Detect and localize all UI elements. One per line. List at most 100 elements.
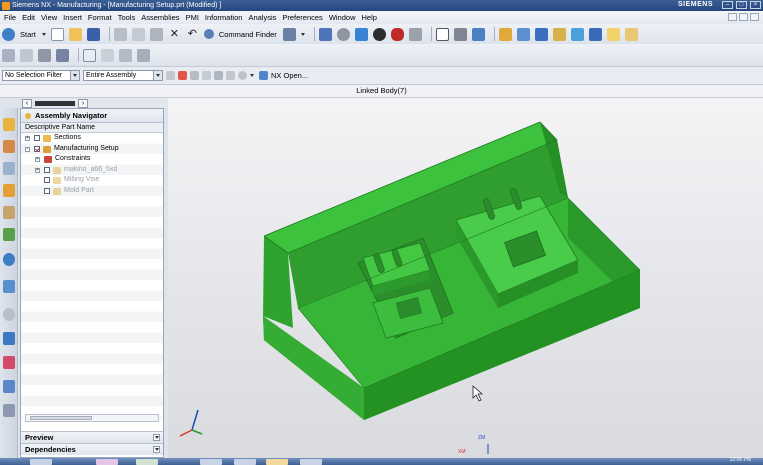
tree-row[interactable]: - Manufacturing Setup <box>21 144 163 155</box>
snap-end-icon[interactable] <box>202 71 211 80</box>
part-navigator-tab-icon[interactable] <box>3 162 15 175</box>
doc-restore-button[interactable] <box>739 13 748 21</box>
minimize-button[interactable]: – <box>722 1 733 9</box>
open-folder-icon[interactable] <box>68 27 82 41</box>
visibility-checkbox[interactable] <box>44 187 50 194</box>
chevron-down-icon[interactable] <box>70 71 79 80</box>
command-finder-icon[interactable] <box>203 29 214 39</box>
horizontal-scrollbar[interactable] <box>25 414 159 422</box>
nx-open-icon[interactable] <box>259 71 268 80</box>
constraint-icon[interactable] <box>570 27 584 41</box>
reposition-icon[interactable] <box>588 27 602 41</box>
visibility-checkbox[interactable] <box>44 166 50 173</box>
tree-row[interactable]: Milling Vise <box>21 175 163 186</box>
assembly-icon[interactable] <box>534 27 548 41</box>
assembly-navigator-tab-icon[interactable] <box>3 118 15 131</box>
start-icon[interactable] <box>2 27 15 41</box>
scroll-left-button[interactable]: ‹ <box>22 98 32 108</box>
tree-row[interactable]: Mold Part <box>21 186 163 197</box>
selection-arrow-icon[interactable] <box>282 27 296 41</box>
wcs-icon[interactable] <box>471 27 485 41</box>
visibility-checkbox[interactable] <box>34 145 40 152</box>
menu-analysis[interactable]: Analysis <box>248 13 276 22</box>
taskbar-item[interactable] <box>136 459 158 465</box>
taskbar-item[interactable] <box>96 459 118 465</box>
menu-assemblies[interactable]: Assemblies <box>141 13 179 22</box>
menu-preferences[interactable]: Preferences <box>282 13 322 22</box>
process-studio-tab-icon[interactable] <box>3 356 15 369</box>
create-tool-icon[interactable] <box>20 48 33 62</box>
menu-information[interactable]: Information <box>205 13 243 22</box>
tree-row[interactable]: + Constraints <box>21 154 163 165</box>
fit-view-icon[interactable] <box>318 27 332 41</box>
lasso-icon[interactable] <box>238 71 247 80</box>
snap-point-icon[interactable] <box>498 27 512 41</box>
tree-row[interactable]: + makino_a66_5xd <box>21 165 163 176</box>
menu-edit[interactable]: Edit <box>22 13 35 22</box>
menu-pmi[interactable]: PMI <box>186 13 199 22</box>
program-order-view-icon[interactable] <box>83 48 96 62</box>
selection-scope-dropdown[interactable]: Entire Assembly <box>83 70 163 81</box>
expand-icon[interactable]: + <box>35 167 40 173</box>
paste-icon[interactable] <box>149 27 163 41</box>
snap-mid-icon[interactable] <box>214 71 223 80</box>
edge-display-icon[interactable] <box>408 27 422 41</box>
menu-window[interactable]: Window <box>329 13 356 22</box>
nx-open-button[interactable]: NX Open... <box>271 71 308 80</box>
undo-icon[interactable]: ↶ <box>186 28 199 41</box>
tree-row[interactable]: + Sections <box>21 133 163 144</box>
history-tab-icon[interactable] <box>3 280 15 293</box>
new-file-icon[interactable] <box>50 27 64 41</box>
layer-icon[interactable] <box>453 27 467 41</box>
visibility-checkbox[interactable] <box>34 135 40 141</box>
curve-rule-icon[interactable] <box>190 71 199 80</box>
taskbar-item[interactable] <box>266 459 288 465</box>
maximize-button[interactable]: □ <box>736 1 747 9</box>
view-orientation-icon[interactable] <box>354 27 368 41</box>
menu-view[interactable]: View <box>41 13 57 22</box>
column-header[interactable]: Descriptive Part Name <box>21 123 163 133</box>
taskbar-item[interactable] <box>300 459 322 465</box>
taskbar-item[interactable] <box>30 459 52 465</box>
move-component-icon[interactable] <box>552 27 566 41</box>
pin-icon[interactable] <box>25 112 31 119</box>
chevron-down-icon[interactable] <box>153 434 160 441</box>
menu-tools[interactable]: Tools <box>118 13 136 22</box>
model-view[interactable] <box>168 98 763 458</box>
dependencies-section[interactable]: Dependencies <box>21 443 163 455</box>
save-icon[interactable] <box>86 27 100 41</box>
roles-tab-icon[interactable] <box>3 380 15 393</box>
snap-center-icon[interactable] <box>226 71 235 80</box>
tab-scroll-thumb[interactable] <box>35 100 75 106</box>
taskbar-item[interactable] <box>200 459 222 465</box>
taskbar-item[interactable] <box>234 459 256 465</box>
system-materials-tab-icon[interactable] <box>3 332 15 345</box>
ruler-icon[interactable] <box>624 27 638 41</box>
chevron-down-icon[interactable] <box>153 446 160 453</box>
reuse-library-tab-icon[interactable] <box>3 228 15 241</box>
collapse-icon[interactable]: - <box>25 146 30 152</box>
close-button[interactable]: × <box>750 1 761 9</box>
menu-help[interactable]: Help <box>362 13 377 22</box>
doc-close-button[interactable] <box>750 13 759 21</box>
doc-minimize-button[interactable] <box>728 13 737 21</box>
visibility-checkbox[interactable] <box>44 177 50 183</box>
constraint-navigator-tab-icon[interactable] <box>3 140 15 153</box>
cut-icon[interactable] <box>113 27 127 41</box>
palette-tab-icon[interactable] <box>3 404 15 417</box>
clock-icon[interactable] <box>3 308 15 321</box>
chevron-down-icon[interactable] <box>153 71 162 80</box>
start-dropdown-icon[interactable] <box>41 32 46 36</box>
web-browser-tab-icon[interactable] <box>3 253 15 266</box>
general-selection-icon[interactable] <box>166 71 175 80</box>
create-program-icon[interactable] <box>2 48 15 62</box>
operation-navigator-tab-icon[interactable] <box>3 184 15 197</box>
component-icon[interactable] <box>516 27 530 41</box>
copy-icon[interactable] <box>131 27 145 41</box>
geometry-view-icon[interactable] <box>119 48 132 62</box>
render-style-icon[interactable] <box>390 27 404 41</box>
start-button[interactable]: Start <box>20 30 36 39</box>
create-geometry-icon[interactable] <box>38 48 51 62</box>
scroll-right-button[interactable]: › <box>78 98 88 108</box>
rotate-view-icon[interactable] <box>336 27 350 41</box>
